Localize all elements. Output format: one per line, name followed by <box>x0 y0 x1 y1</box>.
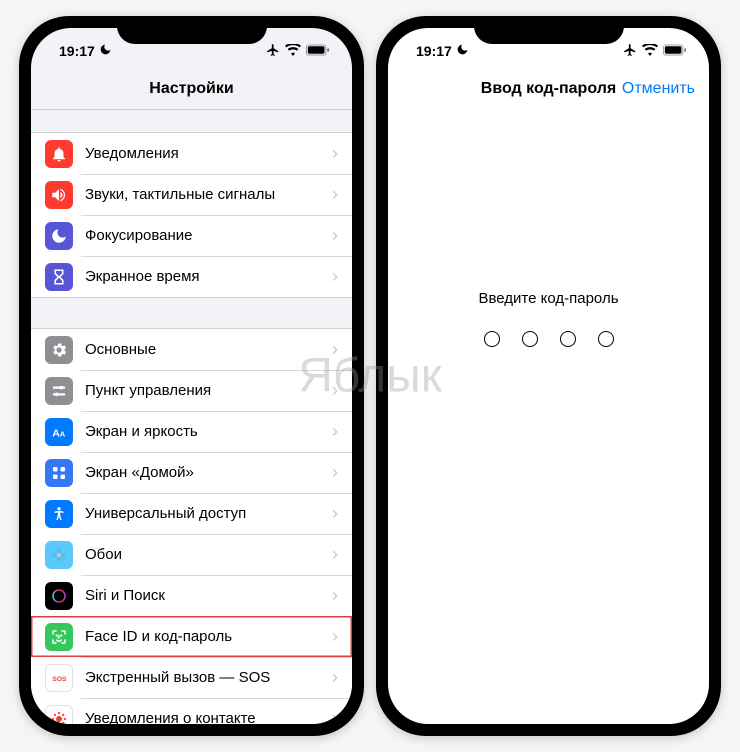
passcode-content: Введите код-пароль <box>388 110 709 724</box>
row-label: Обои <box>85 546 332 563</box>
moon-icon <box>45 222 73 250</box>
statusbar: 19:17 <box>31 28 352 68</box>
row-label: Экстренный вызов — SOS <box>85 669 332 686</box>
passcode-dot <box>560 331 576 347</box>
row-wallpaper[interactable]: Обои › <box>31 534 352 575</box>
chevron-right-icon: › <box>332 585 338 606</box>
airplane-icon <box>266 43 280 60</box>
cancel-button[interactable]: Отменить <box>622 80 695 98</box>
svg-text:SOS: SOS <box>52 676 67 683</box>
dnd-moon-icon <box>456 43 469 59</box>
row-sounds[interactable]: Звуки, тактильные сигналы › <box>31 174 352 215</box>
passcode-input[interactable] <box>484 331 614 347</box>
chevron-right-icon: › <box>332 339 338 360</box>
statusbar: 19:17 <box>388 28 709 68</box>
switches-icon <box>45 377 73 405</box>
sos-icon: SOS <box>45 664 73 692</box>
bell-icon <box>45 140 73 168</box>
passcode-prompt: Введите код-пароль <box>478 290 618 307</box>
row-label: Фокусирование <box>85 227 332 244</box>
screen-passcode: 19:17 Ввод код-пароля Отменить Введите к… <box>388 28 709 724</box>
row-label: Пункт управления <box>85 382 332 399</box>
passcode-dot <box>522 331 538 347</box>
chevron-right-icon: › <box>332 380 338 401</box>
siri-icon <box>45 582 73 610</box>
row-general[interactable]: Основные › <box>31 329 352 370</box>
row-label: Экран и яркость <box>85 423 332 440</box>
settings-list[interactable]: Уведомления › Звуки, тактильные сигналы … <box>31 110 352 724</box>
row-label: Экранное время <box>85 268 332 285</box>
row-label: Основные <box>85 341 332 358</box>
row-accessibility[interactable]: Универсальный доступ › <box>31 493 352 534</box>
row-control-center[interactable]: Пункт управления › <box>31 370 352 411</box>
status-time: 19:17 <box>416 43 452 59</box>
gear-icon <box>45 336 73 364</box>
chevron-right-icon: › <box>332 143 338 164</box>
row-label: Звуки, тактильные сигналы <box>85 186 332 203</box>
chevron-right-icon: › <box>332 266 338 287</box>
row-label: Уведомления о контакте <box>85 710 332 724</box>
passcode-dot <box>484 331 500 347</box>
exposure-icon <box>45 705 73 725</box>
battery-icon <box>663 43 687 59</box>
chevron-right-icon: › <box>332 626 338 647</box>
page-title: Ввод код-пароля <box>481 80 616 98</box>
phone-right: 19:17 Ввод код-пароля Отменить Введите к… <box>376 16 721 736</box>
chevron-right-icon: › <box>332 667 338 688</box>
wifi-icon <box>285 43 301 59</box>
row-siri[interactable]: Siri и Поиск › <box>31 575 352 616</box>
flower-icon <box>45 541 73 569</box>
wifi-icon <box>642 43 658 59</box>
chevron-right-icon: › <box>332 708 338 724</box>
passcode-dot <box>598 331 614 347</box>
row-focus[interactable]: Фокусирование › <box>31 215 352 256</box>
row-label: Siri и Поиск <box>85 587 332 604</box>
svg-text:A: A <box>60 429 66 438</box>
row-screen-time[interactable]: Экранное время › <box>31 256 352 297</box>
page-title: Настройки <box>149 80 233 98</box>
speaker-icon <box>45 181 73 209</box>
dnd-moon-icon <box>99 43 112 59</box>
row-sos[interactable]: SOS Экстренный вызов — SOS › <box>31 657 352 698</box>
text-size-icon: AA <box>45 418 73 446</box>
row-face-id[interactable]: Face ID и код-пароль › <box>31 616 352 657</box>
hourglass-icon <box>45 263 73 291</box>
row-label: Face ID и код-пароль <box>85 628 332 645</box>
nav-header: Настройки <box>31 68 352 110</box>
row-label: Универсальный доступ <box>85 505 332 522</box>
chevron-right-icon: › <box>332 225 338 246</box>
airplane-icon <box>623 43 637 60</box>
chevron-right-icon: › <box>332 503 338 524</box>
grid-icon <box>45 459 73 487</box>
phone-left: 19:17 Настройки Уведомления › <box>19 16 364 736</box>
settings-group-2: Основные › Пункт управления › AA Экран и… <box>31 328 352 724</box>
chevron-right-icon: › <box>332 462 338 483</box>
row-label: Уведомления <box>85 145 332 162</box>
status-time: 19:17 <box>59 43 95 59</box>
screen-settings: 19:17 Настройки Уведомления › <box>31 28 352 724</box>
settings-group-1: Уведомления › Звуки, тактильные сигналы … <box>31 132 352 298</box>
chevron-right-icon: › <box>332 421 338 442</box>
faceid-icon <box>45 623 73 651</box>
chevron-right-icon: › <box>332 184 338 205</box>
row-label: Экран «Домой» <box>85 464 332 481</box>
row-exposure[interactable]: Уведомления о контакте › <box>31 698 352 724</box>
row-home-screen[interactable]: Экран «Домой» › <box>31 452 352 493</box>
row-notifications[interactable]: Уведомления › <box>31 133 352 174</box>
row-display[interactable]: AA Экран и яркость › <box>31 411 352 452</box>
nav-header: Ввод код-пароля Отменить <box>388 68 709 110</box>
chevron-right-icon: › <box>332 544 338 565</box>
accessibility-icon <box>45 500 73 528</box>
battery-icon <box>306 43 330 59</box>
